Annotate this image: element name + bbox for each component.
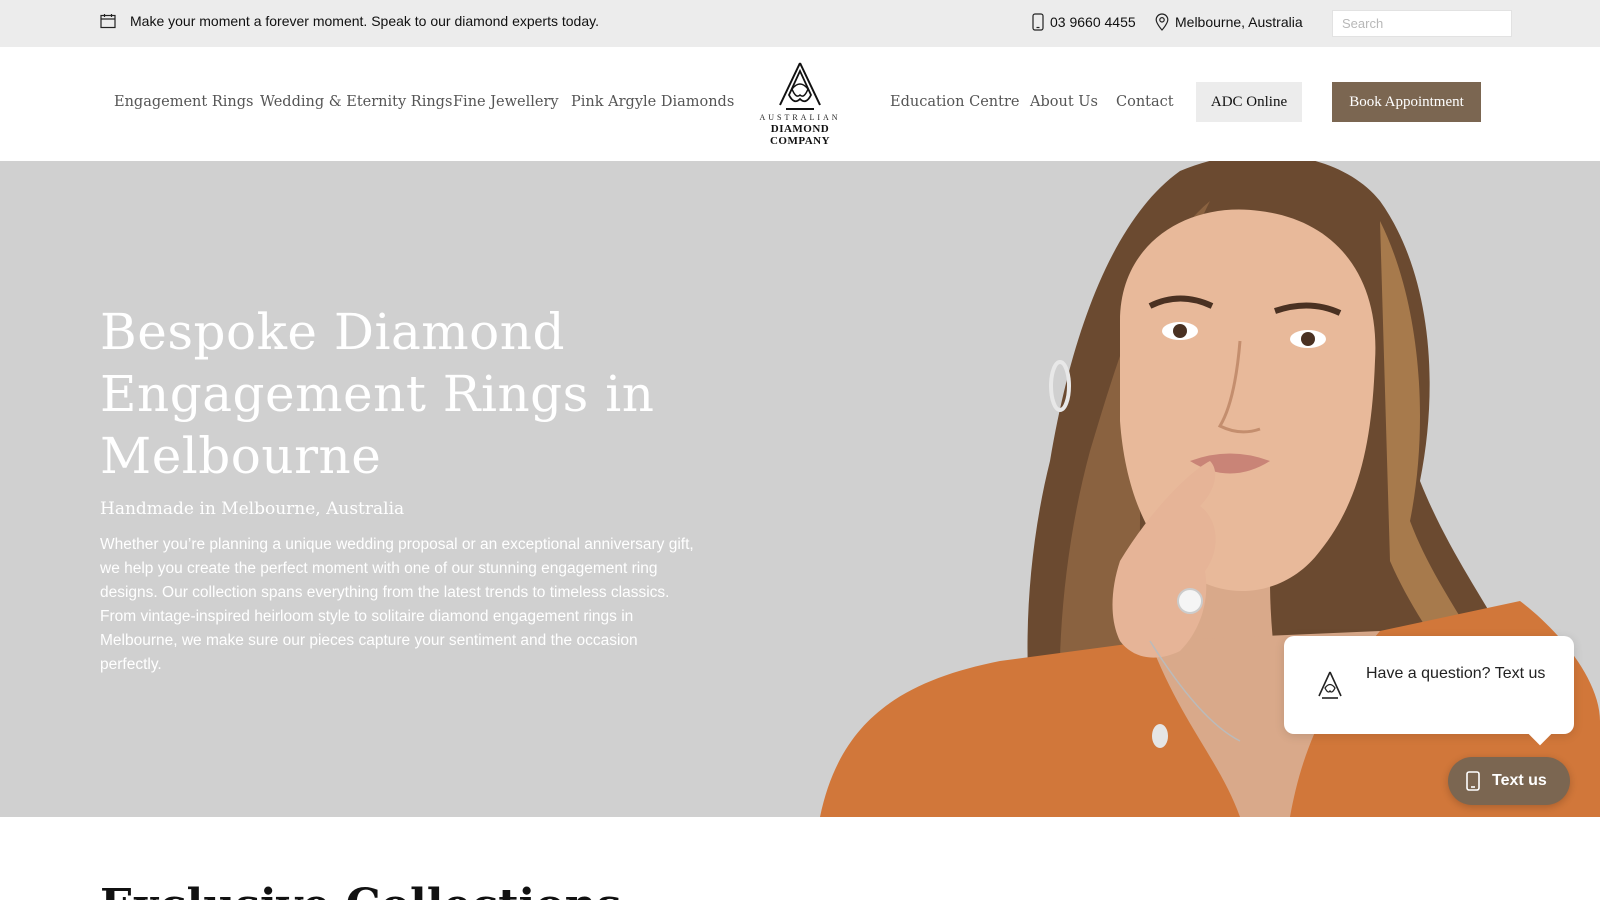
text-us-button[interactable]: Text us <box>1448 757 1570 805</box>
logo-line-2: DIAMOND COMPANY <box>769 123 831 147</box>
hero-subtitle: Handmade in Melbourne, Australia <box>100 499 405 519</box>
promo-text: Make your moment a forever moment. Speak… <box>130 13 599 29</box>
hero-title: Bespoke Diamond Engagement Rings in Melb… <box>100 303 655 485</box>
phone-number: 03 9660 4455 <box>1050 14 1136 30</box>
chat-prompt-text: Have a question? Text us <box>1366 665 1546 682</box>
book-appointment-button[interactable]: Book Appointment <box>1332 82 1481 122</box>
adc-online-button[interactable]: ADC Online <box>1196 82 1302 122</box>
phone-link[interactable]: 03 9660 4455 <box>1032 13 1136 31</box>
location-link[interactable]: Melbourne, Australia <box>1155 13 1303 31</box>
nav-education-centre[interactable]: Education Centre <box>890 94 1019 110</box>
search-input[interactable] <box>1332 10 1512 37</box>
site-logo[interactable]: AUSTRALIAN DIAMOND COMPANY <box>740 61 860 149</box>
nav-fine-jewellery[interactable]: Fine Jewellery <box>453 94 559 110</box>
phone-icon <box>1032 13 1044 31</box>
nav-engagement-rings[interactable]: Engagement Rings <box>114 94 253 110</box>
chat-prompt-bubble[interactable]: Have a question? Text us <box>1284 636 1574 746</box>
logo-line-1: AUSTRALIAN <box>759 113 841 122</box>
diamond-logo-icon <box>1318 671 1342 699</box>
section-heading: Exclusive Collections <box>100 880 621 900</box>
location-pin-icon <box>1155 13 1169 31</box>
mobile-phone-icon <box>1466 771 1480 791</box>
main-header: Engagement Rings Wedding & Eternity Ring… <box>0 47 1600 161</box>
nav-pink-argyle-diamonds[interactable]: Pink Argyle Diamonds <box>571 94 734 110</box>
calendar-icon <box>100 14 116 29</box>
promo-message[interactable]: Make your moment a forever moment. Speak… <box>100 13 599 29</box>
hero-description: Whether you’re planning a unique wedding… <box>100 536 694 673</box>
diamond-logo-icon <box>779 62 821 110</box>
location-text: Melbourne, Australia <box>1175 14 1303 30</box>
nav-about-us[interactable]: About Us <box>1030 94 1098 110</box>
nav-contact[interactable]: Contact <box>1116 94 1174 110</box>
top-bar: Make your moment a forever moment. Speak… <box>0 0 1600 47</box>
nav-wedding-eternity-rings[interactable]: Wedding & Eternity Rings <box>260 94 452 110</box>
text-us-label: Text us <box>1492 772 1547 789</box>
